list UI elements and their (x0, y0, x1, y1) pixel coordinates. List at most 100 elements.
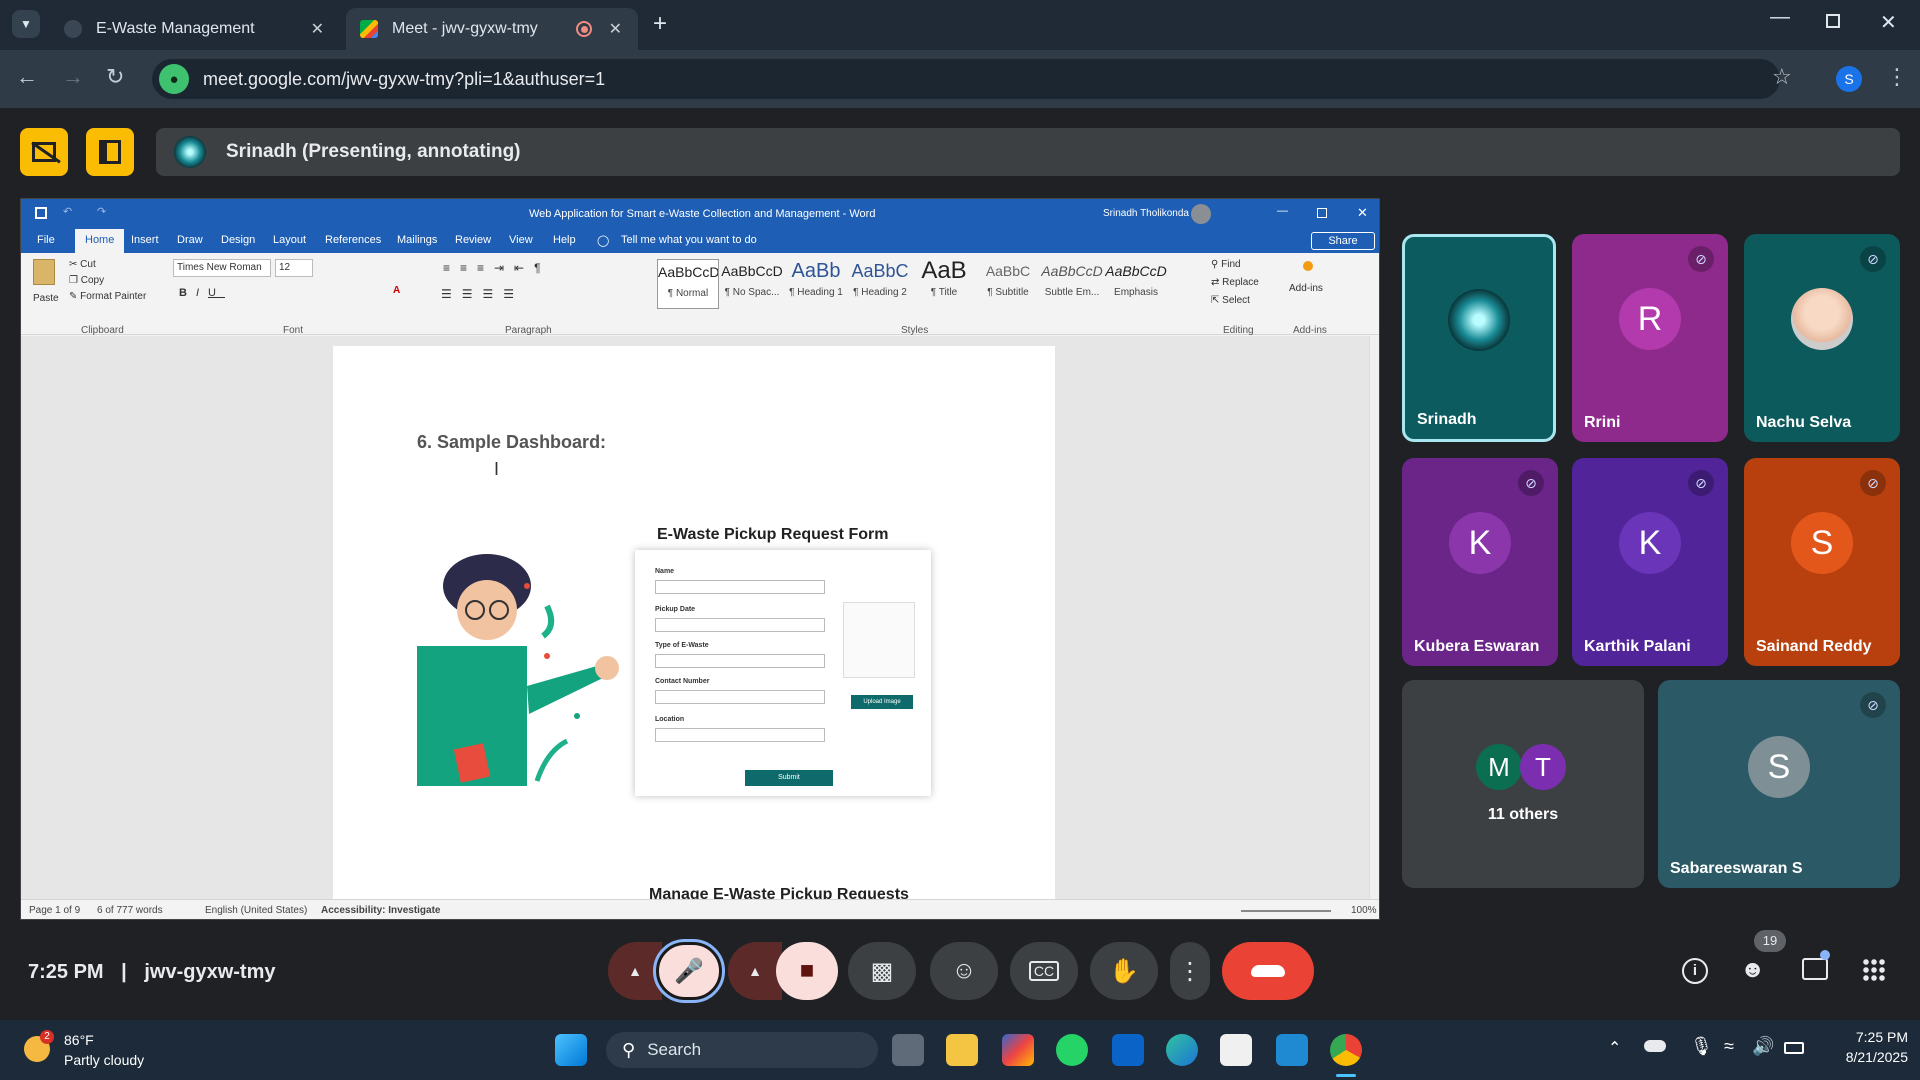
close-window-icon[interactable]: ✕ (1880, 10, 1897, 35)
windows-taskbar: 2 86°F Partly cloudy ⚲ Search ⌃ 🎙 ≈ 🔊 7:… (0, 1020, 1920, 1080)
microphone-toggle-button[interactable]: 🎤 (653, 939, 725, 1003)
style-heading-1: AaBb ¶ Heading 1 (789, 260, 843, 298)
style-subtitle: AaBbC ¶ Subtitle (985, 263, 1031, 298)
participant-avatar (1448, 289, 1510, 351)
wifi-icon[interactable]: ≈ (1724, 1036, 1734, 1057)
profile-avatar[interactable]: S (1836, 66, 1862, 92)
onedrive-icon[interactable] (1644, 1040, 1666, 1052)
addins-icon (1303, 261, 1313, 271)
start-button[interactable] (555, 1034, 587, 1066)
chat-icon[interactable] (1802, 958, 1828, 980)
editing-group-label: Editing (1223, 325, 1254, 336)
weather-widget[interactable]: 2 86°F Partly cloudy (20, 1030, 180, 1072)
presentation-view-button[interactable] (86, 128, 134, 176)
volume-icon[interactable]: 🔊 (1752, 1036, 1774, 1057)
vscode-icon[interactable] (1276, 1034, 1308, 1066)
language: English (United States) (205, 905, 308, 916)
alignment-icons: ☰☰☰☰ (441, 287, 525, 301)
taskbar-search[interactable]: ⚲ Search (606, 1032, 878, 1068)
meeting-code: jwv-gyxw-tmy (144, 961, 276, 983)
select-item: ⇱ Select (1211, 295, 1250, 306)
participant-tile-nachu-selva[interactable]: ⊘ Nachu Selva (1744, 234, 1900, 442)
participant-tile-sabareeswaran-s[interactable]: ⊘ S Sabareeswaran S (1658, 680, 1900, 888)
file-explorer-icon[interactable] (946, 1034, 978, 1066)
stop-annotation-button[interactable] (20, 128, 68, 176)
word-tab-references: References (325, 234, 382, 246)
search-icon: ⚲ (622, 1039, 636, 1060)
field-box (655, 618, 825, 632)
forward-icon[interactable]: → (62, 64, 84, 90)
restore-icon[interactable] (1826, 14, 1840, 28)
back-icon[interactable]: ← (16, 64, 38, 90)
presenter-banner: Srinadh (Presenting, annotating) (156, 128, 1900, 176)
word-tab-insert: Insert (131, 234, 159, 246)
store-icon[interactable] (1220, 1034, 1252, 1066)
close-tab-icon[interactable]: ✕ (609, 19, 622, 39)
copilot-icon[interactable] (1002, 1034, 1034, 1066)
accessibility-status: Accessibility: Investigate (321, 905, 441, 916)
captions-button[interactable]: CC (1010, 942, 1078, 1000)
others-tile[interactable]: M T 11 others (1402, 680, 1644, 888)
share-button: Share (1311, 232, 1375, 250)
chrome-icon[interactable] (1330, 1034, 1362, 1066)
tray-overflow-icon[interactable]: ⌃ (1608, 1038, 1621, 1058)
raise-hand-button[interactable]: ✋ (1090, 942, 1158, 1000)
paste-label: Paste (33, 293, 59, 304)
video-options-button[interactable]: ▲ (728, 942, 782, 1000)
battery-icon[interactable] (1784, 1042, 1804, 1054)
font-formatting-icons: BIU (179, 287, 225, 299)
field-box (655, 728, 825, 742)
audio-options-button[interactable]: ▲ (608, 942, 662, 1000)
new-tab-icon[interactable]: + (653, 10, 667, 38)
word-tab-view: View (509, 234, 533, 246)
meeting-details-icon[interactable]: i (1682, 958, 1708, 984)
paragraph-icons: ≡≡≡⇥⇤¶ (443, 261, 551, 275)
tab-search-button[interactable]: ▼ (12, 10, 40, 38)
people-button[interactable]: ☻ (1740, 956, 1772, 988)
participant-tile-kubera-eswaran[interactable]: ⊘ K Kubera Eswaran (1402, 458, 1558, 666)
font-color-icon: A (393, 285, 401, 296)
styles-group-label: Styles (901, 325, 929, 336)
whatsapp-icon[interactable] (1056, 1034, 1088, 1066)
word-user-name: Srinadh Tholikonda (1103, 208, 1189, 219)
field-label-contact: Contact Number (655, 678, 710, 685)
activities-grid-icon[interactable] (1862, 958, 1886, 982)
field-box (655, 690, 825, 704)
present-screen-icon: ▩ (870, 957, 894, 985)
taskbar-date[interactable]: 8/21/2025 (1828, 1049, 1908, 1065)
edge-icon[interactable] (1166, 1034, 1198, 1066)
browser-tab-meet[interactable]: Meet - jwv-gyxw-tmy ✕ (346, 8, 638, 50)
participant-avatar: S (1791, 512, 1853, 574)
reactions-button[interactable]: ☺ (930, 942, 998, 1000)
browser-toolbar: ← → ↻ ● meet.google.com/jwv-gyxw-tmy?pli… (0, 50, 1920, 108)
participant-name: Sainand Reddy (1756, 638, 1872, 655)
browser-tab-ewaste[interactable]: E-Waste Management ✕ (50, 8, 340, 50)
close-tab-icon[interactable]: ✕ (311, 19, 324, 39)
tell-me-box: Tell me what you want to do (621, 234, 757, 246)
reload-icon[interactable]: ↻ (106, 64, 124, 90)
taskbar-time[interactable]: 7:25 PM (1828, 1029, 1908, 1045)
microphone-in-use-icon[interactable]: ● (159, 64, 189, 94)
participant-tile-rrini[interactable]: ⊘ R Rrini (1572, 234, 1728, 442)
leave-call-button[interactable] (1222, 942, 1314, 1000)
participant-avatar: T (1520, 744, 1566, 790)
outlook-icon[interactable] (1112, 1034, 1144, 1066)
task-view-icon[interactable] (892, 1034, 924, 1066)
browser-menu-icon[interactable]: ⋮ (1886, 64, 1908, 90)
camera-toggle-button[interactable]: ■ (776, 942, 838, 1000)
minimize-icon[interactable]: — (1770, 6, 1790, 29)
zoom-level: 100% (1351, 905, 1377, 916)
replace-item: ⇄ Replace (1211, 277, 1259, 288)
address-bar[interactable]: ● meet.google.com/jwv-gyxw-tmy?pli=1&aut… (152, 59, 1780, 99)
participant-tile-karthik-palani[interactable]: ⊘ K Karthik Palani (1572, 458, 1728, 666)
more-options-button[interactable]: ⋮ (1170, 942, 1210, 1000)
participant-tile-srinadh[interactable]: Srinadh (1402, 234, 1556, 442)
microphone-tray-icon[interactable]: 🎙 (1690, 1036, 1713, 1057)
weather-condition: Partly cloudy (64, 1052, 145, 1068)
style-emphasis: AaBbCcD Emphasis (1105, 263, 1167, 298)
bookmark-star-icon[interactable]: ☆ (1772, 64, 1792, 90)
person-illustration (417, 546, 627, 786)
present-button[interactable]: ▩ (848, 942, 916, 1000)
mic-off-icon: ⊘ (1860, 692, 1886, 718)
participant-tile-sainand-reddy[interactable]: ⊘ S Sainand Reddy (1744, 458, 1900, 666)
